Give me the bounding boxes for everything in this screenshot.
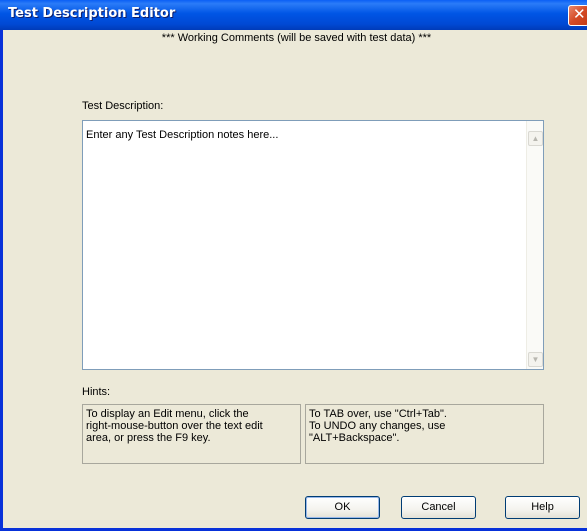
hint-line: To UNDO any changes, use	[309, 420, 446, 432]
working-comments-heading: *** Working Comments (will be saved with…	[161, 32, 432, 44]
window-title: Test Description Editor	[8, 6, 176, 21]
ok-button[interactable]: OK	[305, 496, 380, 519]
hint-line: area, or press the F9 key.	[86, 432, 211, 444]
close-button[interactable]: ✕	[568, 5, 587, 26]
hints-label: Hints:	[82, 386, 111, 398]
test-description-textarea[interactable]: Enter any Test Description notes here...…	[82, 120, 544, 370]
hint-text-shortcuts: To TAB over, use "Ctrl+Tab". To UNDO any…	[309, 408, 447, 444]
cancel-button[interactable]: Cancel	[401, 496, 476, 519]
test-description-editor-window: Test Description Editor ✕ *** Working Co…	[0, 0, 587, 531]
scroll-up-arrow-icon[interactable]: ▲	[528, 131, 543, 146]
hint-text-edit-menu: To display an Edit menu, click the right…	[86, 408, 263, 444]
vertical-scrollbar[interactable]: ▲ ▼	[526, 121, 543, 369]
title-bar[interactable]: Test Description Editor ✕	[0, 0, 587, 30]
help-button[interactable]: Help	[505, 496, 580, 519]
hint-line: right-mouse-button over the text edit	[86, 420, 263, 432]
hint-line: To display an Edit menu, click the	[86, 408, 249, 420]
scroll-down-arrow-icon[interactable]: ▼	[528, 352, 543, 367]
close-icon: ✕	[573, 5, 586, 23]
hint-box-shortcuts: To TAB over, use "Ctrl+Tab". To UNDO any…	[305, 404, 544, 464]
test-description-label: Test Description:	[82, 100, 164, 112]
hint-box-edit-menu: To display an Edit menu, click the right…	[82, 404, 301, 464]
hint-line: To TAB over, use "Ctrl+Tab".	[309, 408, 447, 420]
test-description-text: Enter any Test Description notes here...	[86, 129, 279, 141]
hint-line: "ALT+Backspace".	[309, 432, 400, 444]
